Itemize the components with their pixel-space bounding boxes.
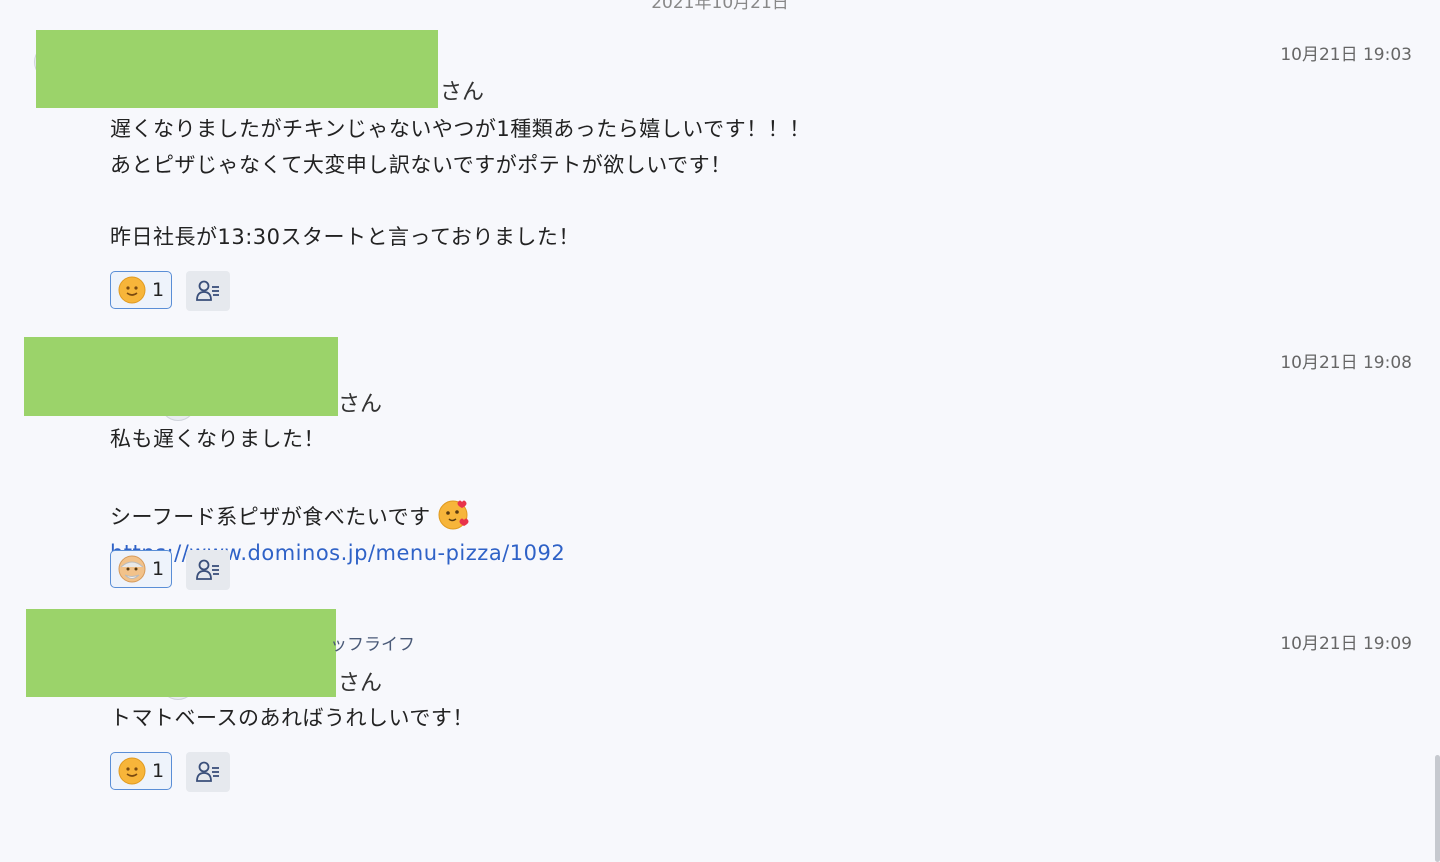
users-icon [196, 559, 219, 580]
message-timestamp: 10月21日 19:09 [1280, 634, 1412, 654]
message-timestamp: 10月21日 19:08 [1280, 353, 1412, 373]
sender-honorific: さん [440, 80, 485, 105]
redacted-sender-name [36, 30, 438, 108]
redacted-sender-name [26, 609, 336, 697]
old-man-face-icon [118, 555, 146, 583]
users-icon [196, 280, 219, 301]
add-reaction-users-button[interactable] [186, 271, 230, 311]
reaction-button[interactable]: 1 [110, 752, 172, 790]
reaction-count: 1 [152, 558, 165, 580]
reaction-bar: 1 [110, 550, 230, 590]
sender-honorific: さん [338, 671, 383, 696]
reaction-bar: 1 [110, 752, 230, 792]
add-reaction-users-button[interactable] [186, 550, 230, 590]
message-body: トマトベースのあればうれしいです！ [110, 706, 474, 730]
message-timestamp: 10月21日 19:03 [1280, 45, 1412, 65]
redacted-sender-name [24, 337, 338, 416]
sender-honorific: さん [338, 392, 383, 417]
reaction-count: 1 [152, 279, 165, 301]
reaction-count: 1 [152, 760, 165, 782]
reaction-bar: 1 [110, 271, 230, 311]
message-body: 遅くなりましたがチキンじゃないやつが1種類あったら嬉しいです！！！ あとピザじゃ… [110, 117, 811, 249]
users-icon [196, 761, 219, 782]
smile-face-icon [118, 757, 146, 785]
message-body-line: 私も遅くなりました！ [110, 427, 325, 451]
scrollbar-thumb[interactable] [1435, 755, 1440, 862]
sender-organization: ッフライフ [330, 635, 415, 655]
add-reaction-users-button[interactable] [186, 752, 230, 792]
date-separator: 2021年10月21日 [651, 0, 789, 13]
reaction-button[interactable]: 1 [110, 271, 172, 309]
reaction-button[interactable]: 1 [110, 550, 172, 588]
smile-face-icon [118, 276, 146, 304]
